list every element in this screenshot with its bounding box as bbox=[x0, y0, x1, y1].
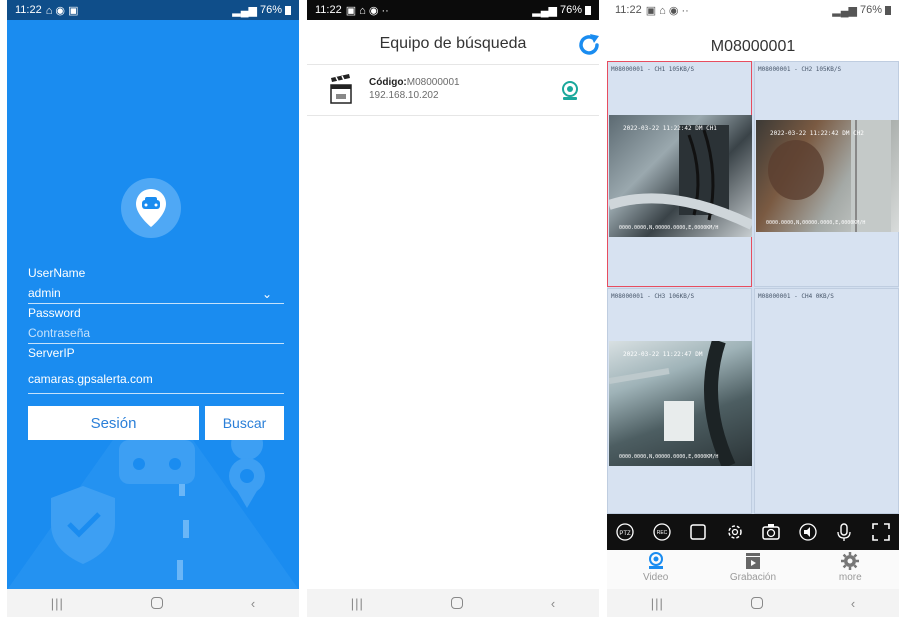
mic-icon[interactable] bbox=[833, 521, 855, 543]
camera-feed-image bbox=[609, 125, 752, 230]
tile-label: M08000001 - CH1 105KB/S bbox=[611, 66, 695, 73]
username-label: UserName bbox=[28, 266, 86, 280]
svg-text:REC: REC bbox=[656, 530, 667, 536]
live-video-screen: 11:22 ▣ ⌂ ◉ ·· ▂▄▆ 76% M08000001 M080000… bbox=[607, 0, 899, 617]
settings-icon[interactable] bbox=[724, 521, 746, 543]
back-icon[interactable]: ‹ bbox=[851, 596, 855, 611]
tile-label: M08000001 - CH4 0KB/S bbox=[758, 293, 834, 300]
video-tile-ch1[interactable]: M08000001 - CH1 105KB/S 2022-03-22 11:22… bbox=[607, 61, 752, 287]
video-gps: 0000.0000,N,00000.0000,E,0000KM/H bbox=[619, 454, 719, 460]
speaker-icon[interactable] bbox=[797, 521, 819, 543]
background-road-illustration bbox=[7, 420, 299, 590]
tab-grabacion[interactable]: Grabación bbox=[708, 550, 798, 590]
login-button[interactable]: Sesión bbox=[28, 406, 199, 440]
camera-icon bbox=[648, 552, 663, 569]
battery-percent: 76% bbox=[259, 4, 282, 16]
device-title: M08000001 bbox=[710, 38, 796, 55]
home-icon[interactable] bbox=[751, 597, 764, 609]
status-bar: 11:22 ▣ ⌂ ◉ ·· ▂▄▆ 76% bbox=[307, 0, 599, 20]
home-icon[interactable] bbox=[151, 597, 164, 609]
snapshot-icon[interactable] bbox=[760, 521, 782, 543]
signal-icon: ▂▄▆ bbox=[532, 4, 557, 17]
chevron-down-icon[interactable]: ⌄ bbox=[262, 287, 272, 301]
fullscreen-icon[interactable] bbox=[870, 521, 892, 543]
location-car-icon bbox=[136, 189, 166, 227]
password-label: Password bbox=[28, 306, 81, 320]
serverip-label: ServerIP bbox=[28, 346, 75, 360]
password-field[interactable]: Contraseña bbox=[28, 326, 90, 340]
status-time: 11:22 bbox=[315, 4, 342, 16]
password-underline bbox=[28, 343, 284, 344]
clapperboard-icon bbox=[745, 553, 760, 569]
battery-percent: 76% bbox=[559, 4, 582, 16]
video-timestamp: 2022-03-22 11:22:42 DM CH2 bbox=[770, 130, 864, 137]
camera-feed-image bbox=[609, 341, 736, 466]
android-nav-bar: ||| ‹ bbox=[607, 589, 899, 617]
device-ip: 192.168.10.202 bbox=[369, 90, 439, 101]
battery-icon bbox=[885, 5, 891, 15]
search-button[interactable]: Buscar bbox=[205, 406, 284, 440]
video-tile-ch2[interactable]: M08000001 - CH2 105KB/S 2022-03-22 11:22… bbox=[754, 61, 899, 287]
video-frame: 2022-03-22 11:22:42 DM CH1 0000.0000,N,0… bbox=[609, 115, 752, 237]
back-icon[interactable]: ‹ bbox=[551, 596, 555, 611]
status-bar: 11:22 ⌂ ◉ ▣ ▂▄▆ 76% bbox=[7, 0, 299, 20]
tab-video[interactable]: Video bbox=[611, 550, 701, 590]
battery-icon bbox=[585, 5, 591, 15]
svg-text:PTZ: PTZ bbox=[620, 531, 632, 537]
tab-more[interactable]: more bbox=[805, 550, 895, 590]
notification-icons: ▣ ⌂ ◉ ·· bbox=[345, 4, 389, 17]
status-time: 11:22 bbox=[15, 4, 42, 16]
device-search-screen: 11:22 ▣ ⌂ ◉ ·· ▂▄▆ 76% Equipo de búsqued… bbox=[307, 0, 599, 617]
stop-icon[interactable] bbox=[687, 521, 709, 543]
video-frame: 2022-03-22 11:22:47 DM 0000.0000,N,00000… bbox=[609, 341, 752, 466]
app-logo bbox=[121, 178, 181, 238]
signal-icon: ▂▄▆ bbox=[832, 4, 857, 17]
tab-label: more bbox=[838, 572, 862, 583]
username-underline bbox=[28, 303, 284, 304]
video-grid: M08000001 - CH1 105KB/S 2022-03-22 11:22… bbox=[607, 61, 899, 514]
signal-icon: ▂▄▆ bbox=[232, 4, 257, 17]
video-timestamp: 2022-03-22 11:22:42 DM CH1 bbox=[623, 125, 717, 132]
battery-icon bbox=[285, 5, 291, 15]
device-code: Código:M08000001 bbox=[369, 77, 460, 88]
status-bar: 11:22 ▣ ⌂ ◉ ·· ▂▄▆ 76% bbox=[607, 0, 899, 20]
video-tile-ch3[interactable]: M08000001 - CH3 106KB/S 2022-03-22 11:22… bbox=[607, 288, 752, 514]
android-nav-bar: ||| ‹ bbox=[307, 589, 599, 617]
android-nav-bar: ||| ‹ bbox=[7, 589, 299, 617]
page-title: Equipo de búsqueda bbox=[379, 35, 527, 52]
login-screen: 11:22 ⌂ ◉ ▣ ▂▄▆ 76% UserName admin ⌄ Pas… bbox=[7, 0, 299, 617]
recents-icon[interactable]: ||| bbox=[351, 596, 364, 611]
video-timestamp: 2022-03-22 11:22:47 DM bbox=[623, 351, 703, 358]
serverip-field[interactable]: camaras.gpsalerta.com bbox=[28, 372, 153, 386]
clapperboard-icon bbox=[330, 74, 352, 104]
tile-label: M08000001 - CH2 105KB/S bbox=[758, 66, 842, 73]
bottom-tab-bar: Video Grabación more bbox=[607, 550, 899, 590]
video-gps: 0000.0000,N,00000.0000,E,0000KM/H bbox=[766, 220, 866, 226]
tab-label: Video bbox=[642, 572, 669, 583]
rec-icon[interactable]: REC bbox=[651, 521, 673, 543]
webcam-icon[interactable] bbox=[560, 81, 580, 101]
gear-icon bbox=[841, 552, 860, 570]
notification-icons: ⌂ ◉ ▣ bbox=[45, 4, 79, 17]
device-list-item[interactable]: Código:M08000001 192.168.10.202 bbox=[307, 64, 599, 116]
tile-label: M08000001 - CH3 106KB/S bbox=[611, 293, 695, 300]
tab-label: Grabación bbox=[729, 572, 777, 583]
battery-percent: 76% bbox=[859, 4, 882, 16]
video-tile-ch4[interactable]: M08000001 - CH4 0KB/S bbox=[754, 288, 899, 514]
ptz-icon[interactable]: PTZ bbox=[614, 521, 636, 543]
recents-icon[interactable]: ||| bbox=[651, 596, 664, 611]
username-field[interactable]: admin bbox=[28, 286, 61, 300]
home-icon[interactable] bbox=[451, 597, 464, 609]
serverip-underline bbox=[28, 393, 284, 394]
video-toolbar: PTZ REC bbox=[607, 514, 899, 550]
notification-icons: ▣ ⌂ ◉ ·· bbox=[645, 4, 689, 17]
status-time: 11:22 bbox=[615, 4, 642, 16]
back-icon[interactable]: ‹ bbox=[251, 596, 255, 611]
refresh-icon[interactable] bbox=[577, 33, 599, 57]
video-frame: 2022-03-22 11:22:42 DM CH2 0000.0000,N,0… bbox=[756, 120, 899, 232]
video-gps: 0000.0000,N,00000.0000,E,0000KM/H bbox=[619, 225, 719, 231]
recents-icon[interactable]: ||| bbox=[51, 596, 64, 611]
